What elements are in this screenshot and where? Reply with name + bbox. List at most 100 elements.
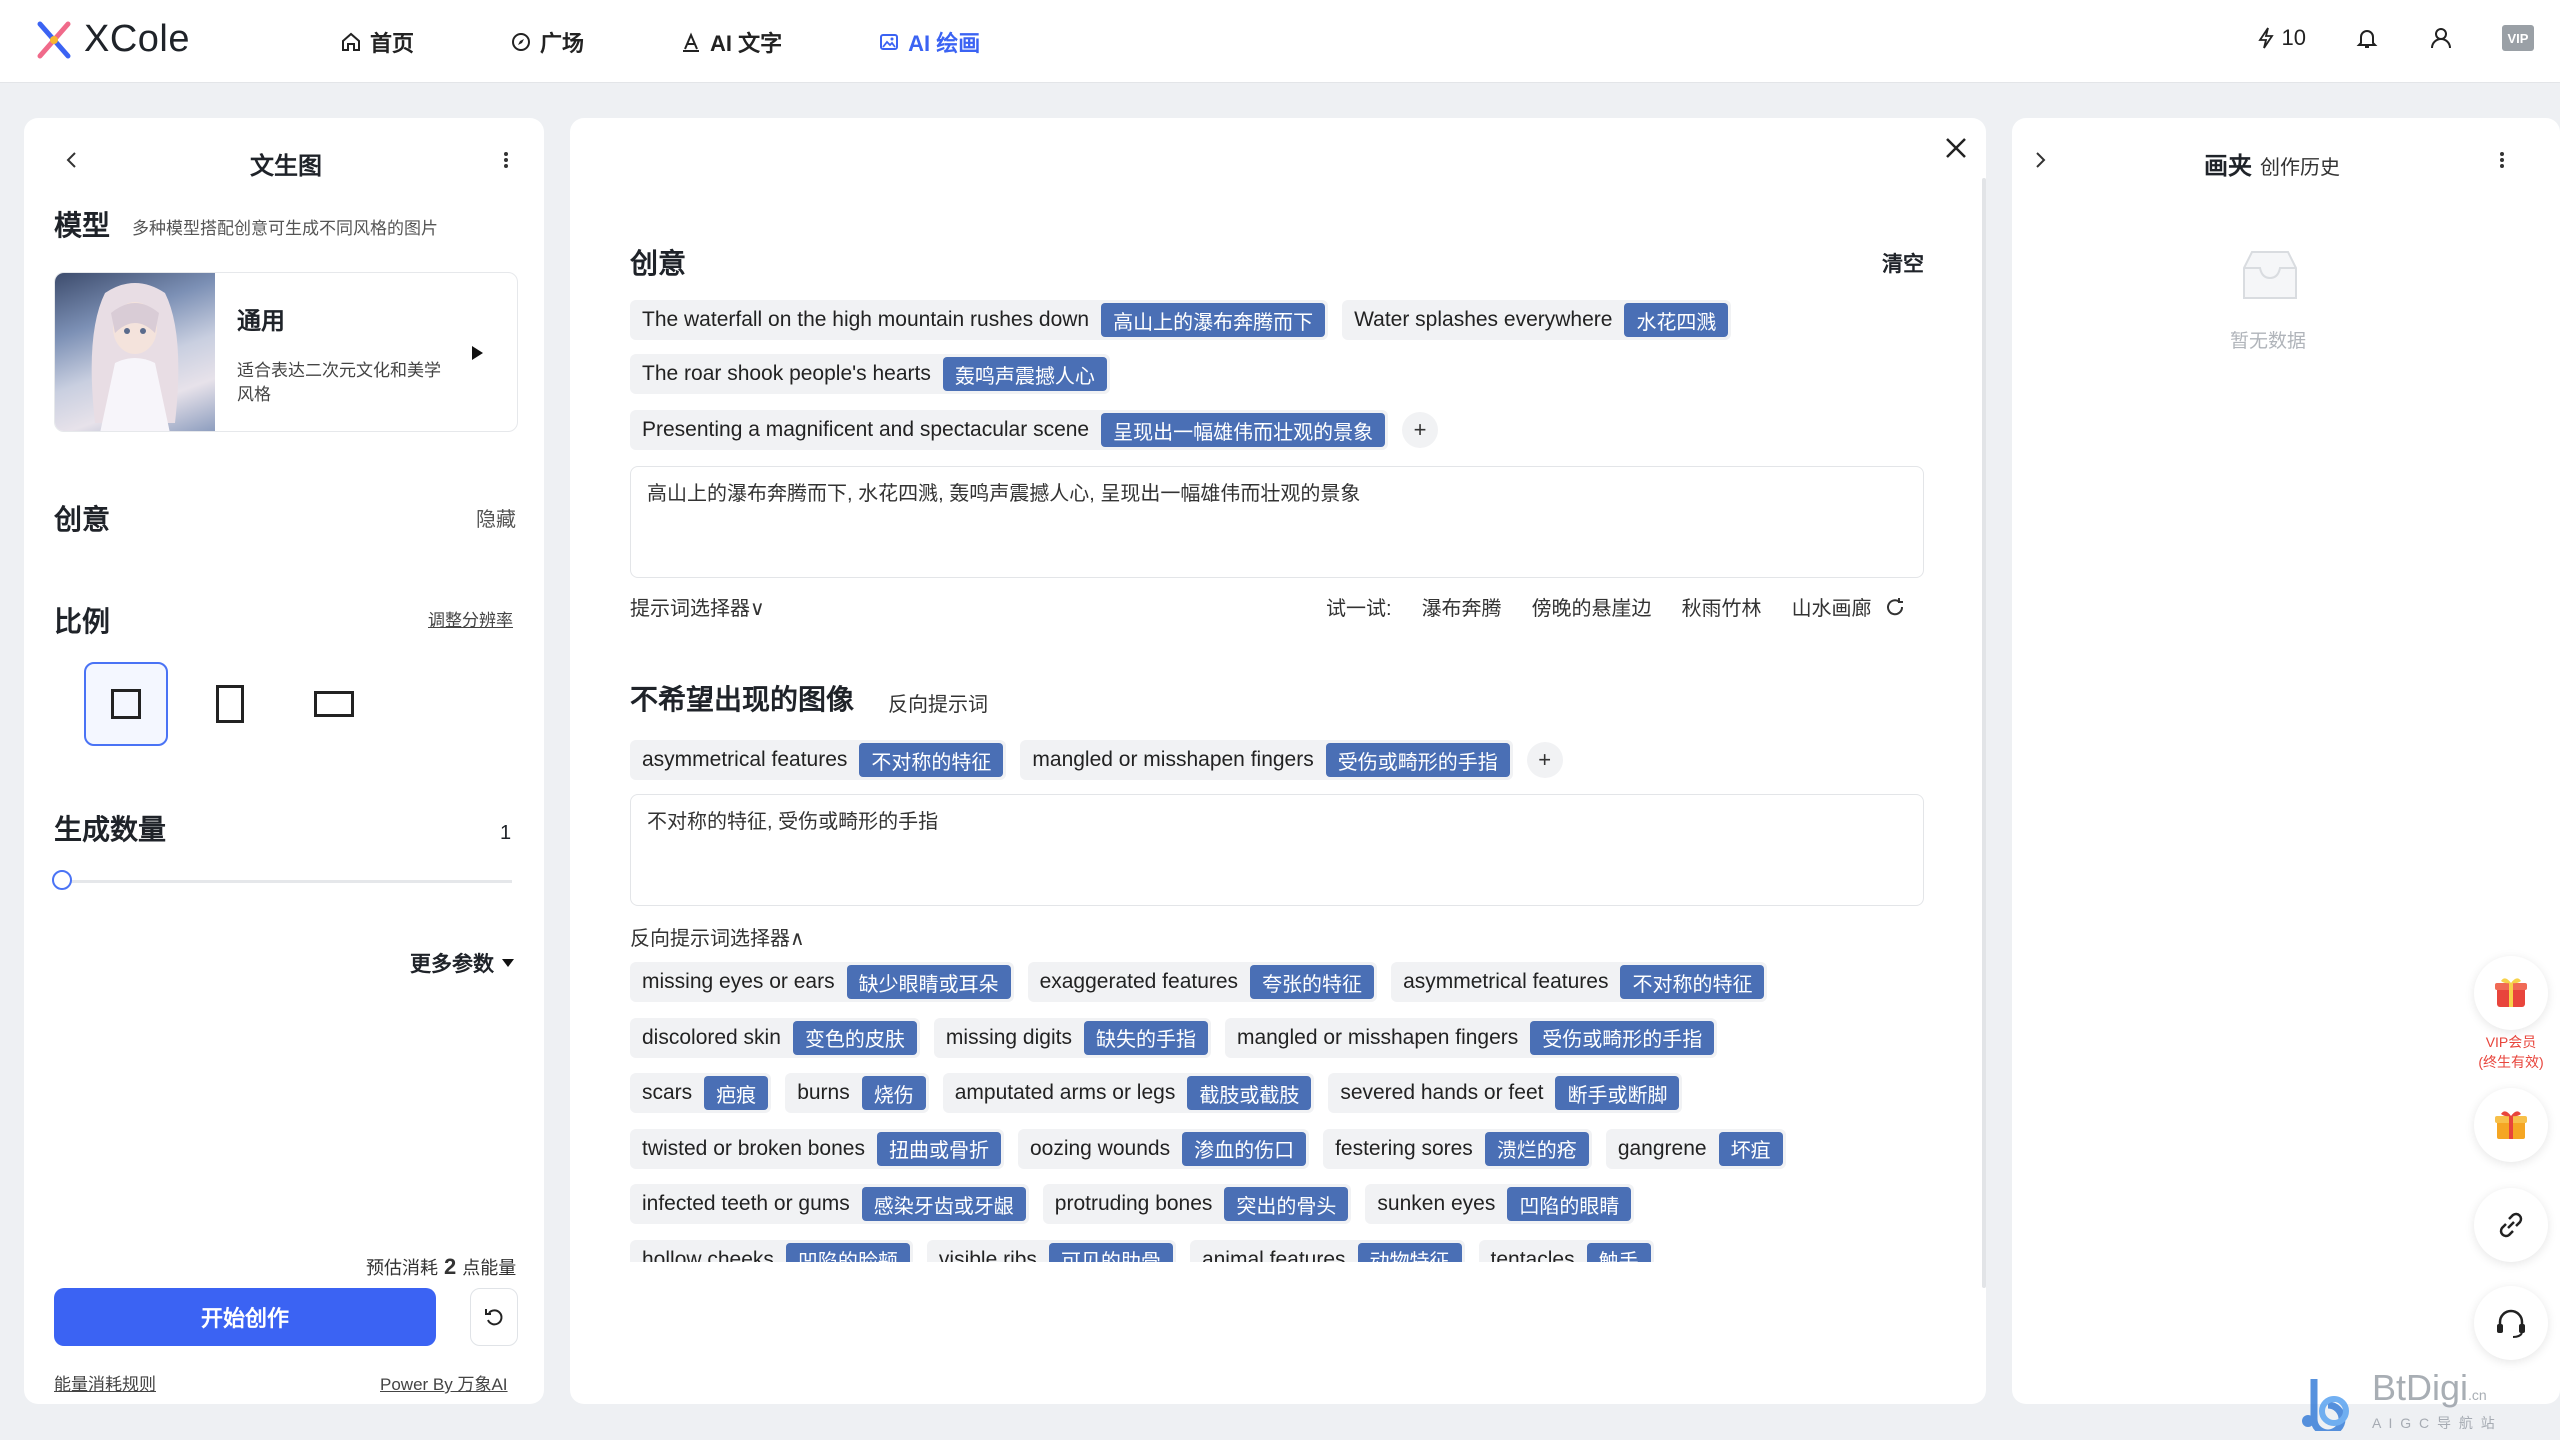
vip-label: VIP会员 <box>2485 1034 2537 1050</box>
tag-zh: 高山上的瀑布奔腾而下 <box>1101 303 1326 337</box>
chevron-left-icon[interactable] <box>60 148 84 172</box>
add-negative-button[interactable]: + <box>1526 742 1563 778</box>
header-actions: 10 VIP <box>2256 25 2534 51</box>
adjust-resolution-link[interactable]: 调整分辨率 <box>428 606 513 631</box>
negative-tag-row: asymmetrical features 不对称的特征 mangled or m… <box>630 740 1563 780</box>
more-vertical-icon[interactable] <box>494 148 518 172</box>
nav-home[interactable]: 首页 <box>340 26 414 58</box>
negative-option-tag[interactable]: infected teeth or gums 感染牙齿或牙龈 <box>630 1184 1029 1224</box>
tag-en: visible ribs <box>938 1247 1037 1263</box>
negative-option-tag[interactable]: missing digits 缺失的手指 <box>933 1017 1211 1058</box>
negative-option-tag[interactable]: burns 烧伤 <box>785 1073 929 1113</box>
share-float-button[interactable] <box>2474 1188 2548 1262</box>
idea-tag[interactable]: The waterfall on the high mountain rushe… <box>630 300 1329 340</box>
idea-tag[interactable]: Presenting a magnificent and spectacular… <box>630 410 1389 450</box>
negative-option-tag[interactable]: visible ribs 可见的肋骨 <box>926 1239 1176 1263</box>
negative-option-tag[interactable]: missing eyes or ears 缺少眼睛或耳朵 <box>630 962 1014 1002</box>
idea-section-title: 创意 <box>630 248 687 279</box>
brand-logo[interactable]: XCole <box>36 18 190 61</box>
negative-option-tag[interactable]: mangled or misshapen fingers 受伤或畸形的手指 <box>1224 1017 1718 1058</box>
model-name: 通用 <box>237 308 285 335</box>
idea-hide-toggle[interactable]: 隐藏 <box>476 503 516 532</box>
vip-badge[interactable]: VIP <box>2502 25 2534 51</box>
negative-option-tag[interactable]: sunken eyes 凹陷的眼睛 <box>1365 1184 1635 1224</box>
ratio-square[interactable] <box>84 662 168 746</box>
add-idea-button[interactable]: + <box>1402 412 1439 448</box>
tag-zh: 变色的皮肤 <box>792 1020 917 1055</box>
scrollbar[interactable] <box>1982 178 1986 1288</box>
negative-option-tag[interactable]: exaggerated features 夸张的特征 <box>1027 962 1378 1002</box>
chevron-right-icon[interactable] <box>2028 148 2052 172</box>
play-arrow-icon[interactable] <box>467 343 487 363</box>
negative-option-tag[interactable]: festering sores 溃烂的疮 <box>1323 1128 1592 1169</box>
try-item[interactable]: 秋雨竹林 <box>1682 592 1762 621</box>
nav-ai-text[interactable]: AI 文字 <box>680 26 782 58</box>
prompt-selector-toggle[interactable]: 提示词选择器∨ <box>630 592 765 621</box>
nav-ai-draw[interactable]: AI 绘画 <box>878 26 980 58</box>
tag-en: scars <box>642 1081 693 1104</box>
user-icon[interactable] <box>2428 25 2454 51</box>
more-vertical-icon[interactable] <box>2490 148 2514 172</box>
more-params-label: 更多参数 <box>410 953 494 976</box>
model-card[interactable]: 通用 适合表达二次元文化和美学风格 <box>54 272 518 432</box>
count-slider-track[interactable] <box>62 880 512 883</box>
negative-option-tag[interactable]: amputated arms or legs 截肢或截肢 <box>942 1073 1315 1113</box>
logo-icon <box>37 21 71 58</box>
negative-option-tag[interactable]: animal features 动物特征 <box>1189 1239 1465 1262</box>
support-float-button[interactable] <box>2474 1286 2548 1360</box>
energy-rules-link[interactable]: 能量消耗规则 <box>54 1370 156 1395</box>
credit-count: 10 <box>2281 25 2306 50</box>
tag-en: oozing wounds <box>1029 1136 1171 1160</box>
negative-option-row: discolored skin 变色的皮肤 missing digits 缺失的手指 m… <box>630 1017 1718 1058</box>
try-item[interactable]: 山水画廊 <box>1792 592 1872 621</box>
empty-text: 暂无数据 <box>2230 331 2307 352</box>
power-by-link[interactable]: Power By 万象AI <box>380 1370 508 1395</box>
ratio-portrait[interactable] <box>188 662 272 746</box>
try-item[interactable]: 傍晚的悬崖边 <box>1532 592 1652 621</box>
clear-button[interactable]: 清空 <box>1882 248 1924 278</box>
negative-tag[interactable]: mangled or misshapen fingers 受伤或畸形的手指 <box>1020 740 1513 780</box>
tag-zh: 触手 <box>1586 1242 1651 1262</box>
nav-square[interactable]: 广场 <box>510 26 584 58</box>
idea-tag[interactable]: Water splashes everywhere 水花四溅 <box>1342 300 1732 340</box>
negative-option-tag[interactable]: oozing wounds 渗血的伤口 <box>1017 1128 1310 1169</box>
negative-option-tag[interactable]: tentacles 触手 <box>1478 1239 1654 1262</box>
refresh-icon[interactable] <box>1884 596 1906 618</box>
negative-textarea[interactable]: 不对称的特征, 受伤或畸形的手指 <box>630 794 1924 906</box>
negative-option-tag[interactable]: gangrene 坏疽 <box>1605 1128 1786 1169</box>
negative-option-tag[interactable]: asymmetrical features 不对称的特征 <box>1391 962 1768 1002</box>
ratio-landscape[interactable] <box>292 662 376 746</box>
tag-zh: 感染牙齿或牙龈 <box>861 1187 1026 1221</box>
count-slider-handle[interactable] <box>52 870 72 890</box>
watermark: BtDigi.cn A I G C 导 航 站 <box>2298 1370 2497 1433</box>
idea-tag[interactable]: The roar shook people's hearts 轰鸣声震撼人心 <box>630 354 1110 394</box>
negative-option-tag[interactable]: scars 疤痕 <box>630 1073 772 1113</box>
negative-tag[interactable]: asymmetrical features 不对称的特征 <box>630 740 1007 780</box>
tag-zh: 不对称的特征 <box>1620 965 1765 999</box>
gift-float-button[interactable] <box>2474 1088 2548 1162</box>
reset-button[interactable] <box>470 1288 518 1346</box>
negative-option-tag[interactable]: protruding bones 突出的骨头 <box>1042 1184 1352 1224</box>
tag-zh: 疤痕 <box>704 1076 769 1110</box>
idea-tag-row: The waterfall on the high mountain rushe… <box>630 300 1732 340</box>
bell-icon[interactable] <box>2354 25 2380 51</box>
idea-textarea[interactable]: 高山上的瀑布奔腾而下, 水花四溅, 轰鸣声震撼人心, 呈现出一幅雄伟而壮观的景象 <box>630 466 1924 578</box>
energy-credits[interactable]: 10 <box>2256 25 2306 51</box>
portrait-ratio-icon <box>216 685 244 723</box>
vip-float-button[interactable] <box>2474 956 2548 1030</box>
negative-option-tag[interactable]: discolored skin 变色的皮肤 <box>630 1017 920 1058</box>
negative-option-tag[interactable]: severed hands or feet 断手或断脚 <box>1328 1073 1683 1113</box>
home-icon <box>342 32 360 51</box>
tag-zh: 缺少眼睛或耳朵 <box>846 965 1011 999</box>
negative-options-list: missing eyes or ears 缺少眼睛或耳朵 exaggerated f… <box>570 962 1970 1262</box>
try-item[interactable]: 瀑布奔腾 <box>1422 592 1502 621</box>
tag-en: severed hands or feet <box>1340 1081 1544 1104</box>
close-icon[interactable] <box>1938 130 1974 166</box>
negative-option-tag[interactable]: hollow cheeks 凹陷的脸颊 <box>630 1239 913 1262</box>
start-create-button[interactable]: 开始创作 <box>54 1288 436 1346</box>
more-params-toggle[interactable]: 更多参数 <box>410 948 516 978</box>
negative-selector-toggle[interactable]: 反向提示词选择器∧ <box>630 922 805 951</box>
negative-option-tag[interactable]: twisted or broken bones 扭曲或骨折 <box>630 1128 1004 1169</box>
tag-en: The roar shook people's hearts <box>642 362 931 385</box>
model-title: 模型 <box>54 210 111 241</box>
